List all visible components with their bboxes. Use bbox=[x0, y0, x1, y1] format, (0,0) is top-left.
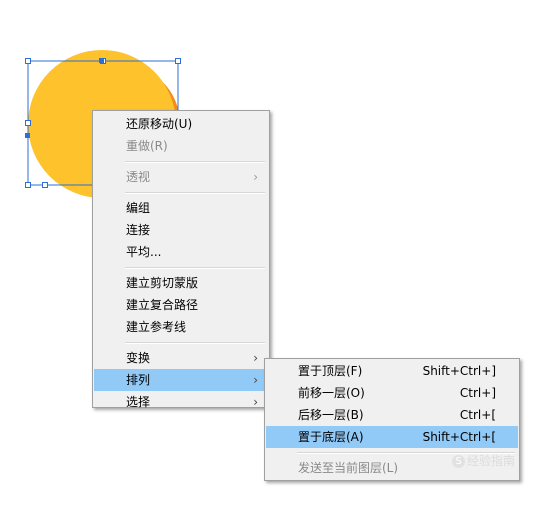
menu-item-shortcut: Ctrl+[ bbox=[459, 408, 496, 422]
menu-item-label: 建立复合路径 bbox=[126, 298, 199, 312]
resize-handle-middle-left[interactable] bbox=[25, 120, 31, 126]
menu-item-label: 选择 bbox=[126, 395, 151, 409]
menu-item[interactable]: 建立参考线 bbox=[94, 316, 268, 338]
menu-item-label: 置于顶层(F) bbox=[298, 364, 363, 378]
menu-item[interactable]: 前移一层(O) Ctrl+] bbox=[266, 382, 518, 404]
menu-item-label: 还原移动(U) bbox=[126, 117, 193, 131]
menu-item-label: 连接 bbox=[126, 223, 151, 237]
menu-item[interactable]: 建立复合路径 bbox=[94, 294, 268, 316]
menu-separator bbox=[125, 161, 265, 163]
menu-item[interactable]: 建立剪切蒙版 bbox=[94, 272, 268, 294]
menu-item-label: 建立参考线 bbox=[126, 320, 187, 334]
menu-separator bbox=[125, 192, 265, 194]
menu-item[interactable]: 置于底层(A) Shift+Ctrl+[ bbox=[266, 426, 518, 448]
anchor-point-left[interactable] bbox=[25, 133, 30, 138]
menu-item-label: 变换 bbox=[126, 351, 151, 365]
menu-item-label: 建立剪切蒙版 bbox=[126, 276, 199, 290]
menu-item-label: 透视 bbox=[126, 170, 151, 184]
menu-item-label: 前移一层(O) bbox=[298, 386, 365, 400]
menu-item: 透视 › bbox=[94, 166, 268, 188]
menu-item[interactable]: 平均... bbox=[94, 241, 268, 263]
menu-item[interactable]: 还原移动(U) bbox=[94, 113, 268, 135]
menu-item-label: 编组 bbox=[126, 201, 151, 215]
menu-item-label: 后移一层(B) bbox=[298, 408, 364, 422]
menu-item[interactable]: 排列 › bbox=[94, 369, 268, 391]
menu-item-label: 重做(R) bbox=[126, 139, 168, 153]
context-menu: 还原移动(U) 重做(R) 透视 › 编组连接平均... 建立剪切蒙版 建立复合路径 建立参考… bbox=[92, 110, 270, 409]
menu-separator bbox=[125, 342, 265, 344]
menu-item[interactable]: 后移一层(B) Ctrl+[ bbox=[266, 404, 518, 426]
chevron-right-icon: › bbox=[253, 351, 258, 365]
menu-separator bbox=[125, 267, 265, 269]
menu-item: 重做(R) bbox=[94, 135, 268, 157]
watermark-text: 经验指南 bbox=[467, 454, 516, 468]
menu-item[interactable]: 编组 bbox=[94, 197, 268, 219]
resize-handle-bottom-middle[interactable] bbox=[42, 182, 48, 188]
menu-item-shortcut: Ctrl+] bbox=[459, 386, 496, 400]
menu-item-label: 排列 bbox=[126, 373, 151, 387]
menu-item-shortcut: Shift+Ctrl+[ bbox=[422, 430, 496, 444]
chevron-right-icon: › bbox=[253, 395, 258, 409]
chevron-right-icon: › bbox=[253, 373, 258, 387]
anchor-point-top[interactable] bbox=[99, 58, 104, 63]
chevron-right-icon: › bbox=[253, 170, 258, 184]
resize-handle-top-left[interactable] bbox=[25, 58, 31, 64]
menu-item[interactable]: 变换 › bbox=[94, 347, 268, 369]
resize-handle-top-right[interactable] bbox=[175, 58, 181, 64]
menu-item-shortcut: Shift+Ctrl+] bbox=[422, 364, 496, 378]
menu-item[interactable]: 置于顶层(F) Shift+Ctrl+] bbox=[266, 360, 518, 382]
watermark: S 经验指南 bbox=[452, 452, 515, 469]
menu-item[interactable]: 连接 bbox=[94, 219, 268, 241]
menu-item-label: 发送至当前图层(L) bbox=[298, 461, 399, 475]
resize-handle-bottom-left[interactable] bbox=[25, 182, 31, 188]
watermark-logo-icon: S bbox=[452, 455, 465, 468]
menu-item-label: 平均... bbox=[126, 245, 162, 259]
menu-item[interactable]: 选择 › bbox=[94, 391, 268, 413]
menu-item-label: 置于底层(A) bbox=[298, 430, 364, 444]
